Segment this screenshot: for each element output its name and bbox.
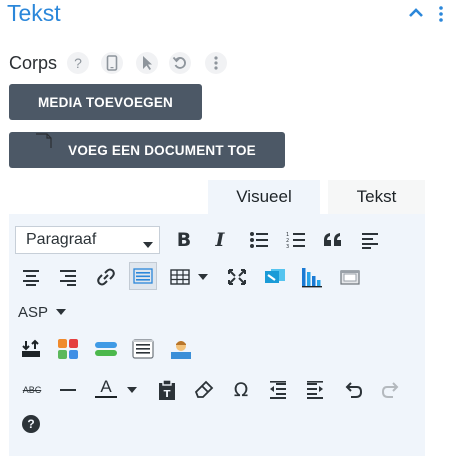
plugin-blue-icon[interactable]	[262, 264, 288, 290]
eraser-icon[interactable]	[191, 377, 217, 403]
redo-icon[interactable]	[378, 377, 404, 403]
bullet-list-icon[interactable]	[246, 227, 272, 253]
mobile-icon[interactable]	[101, 52, 123, 74]
text-color-letter: A	[100, 377, 112, 396]
text-color-dropdown-chevron-icon[interactable]	[124, 377, 140, 403]
link-icon[interactable]	[93, 264, 119, 290]
add-document-button[interactable]: VOEG EEN DOCUMENT TOE	[9, 132, 285, 168]
blockquote-icon[interactable]	[320, 227, 346, 253]
align-left-icon[interactable]	[357, 227, 383, 253]
keyboard-shortcuts-help-icon[interactable]: ?	[18, 411, 44, 437]
table-dropdown-chevron-icon[interactable]	[195, 264, 211, 290]
align-right-icon[interactable]	[55, 264, 81, 290]
indent-icon[interactable]	[302, 377, 328, 403]
bold-button[interactable]: B	[171, 227, 197, 253]
media-frame-icon[interactable]	[337, 264, 363, 290]
svg-text:3: 3	[286, 244, 289, 249]
chevron-down-icon	[56, 308, 67, 316]
asp-dropdown[interactable]: ASP	[18, 299, 74, 325]
fullscreen-icon[interactable]	[224, 264, 250, 290]
reset-icon[interactable]	[169, 52, 191, 74]
insert-download-icon[interactable]	[18, 336, 44, 362]
svg-text:T: T	[164, 389, 171, 400]
collapse-icon[interactable]	[406, 3, 426, 23]
tab-text[interactable]: Tekst	[328, 180, 425, 214]
document-lines-icon[interactable]	[130, 336, 156, 362]
kebab-menu-icon[interactable]	[436, 4, 446, 24]
strikethrough-button[interactable]: ABC	[18, 377, 46, 403]
italic-button[interactable]: I	[207, 227, 233, 253]
chart-icon[interactable]	[299, 264, 325, 290]
more-options-icon[interactable]	[205, 52, 227, 74]
section-title: Tekst	[7, 0, 61, 26]
special-character-button[interactable]: Ω	[228, 377, 254, 403]
chevron-down-icon	[143, 236, 153, 254]
color-grid-icon[interactable]	[55, 336, 81, 362]
outdent-icon[interactable]	[265, 377, 291, 403]
format-select-value: Paragraaf	[26, 231, 97, 248]
format-select[interactable]: Paragraaf	[15, 226, 160, 254]
add-document-label: VOEG EEN DOCUMENT TOE	[68, 142, 256, 158]
paste-text-icon[interactable]: T	[154, 377, 180, 403]
horizontal-line-icon[interactable]	[55, 377, 81, 403]
text-color-underline	[95, 396, 117, 398]
document-icon	[35, 133, 53, 152]
help-icon[interactable]: ?	[67, 52, 89, 74]
cursor-icon[interactable]	[136, 52, 158, 74]
help-circle: ?	[22, 415, 40, 433]
text-color-button[interactable]: A	[93, 375, 119, 401]
align-center-icon[interactable]	[18, 264, 44, 290]
user-profile-icon[interactable]	[168, 336, 194, 362]
field-label: Corps	[9, 53, 58, 73]
tab-visual[interactable]: Visueel	[208, 180, 320, 214]
toolbar-toggle-icon[interactable]	[129, 262, 157, 290]
toggle-bars-icon[interactable]	[93, 336, 119, 362]
table-icon[interactable]	[167, 264, 193, 290]
numbered-list-icon[interactable]: 123	[283, 227, 309, 253]
add-media-button[interactable]: MEDIA TOEVOEGEN	[9, 84, 202, 120]
asp-label: ASP	[18, 303, 49, 321]
undo-icon[interactable]	[340, 377, 366, 403]
